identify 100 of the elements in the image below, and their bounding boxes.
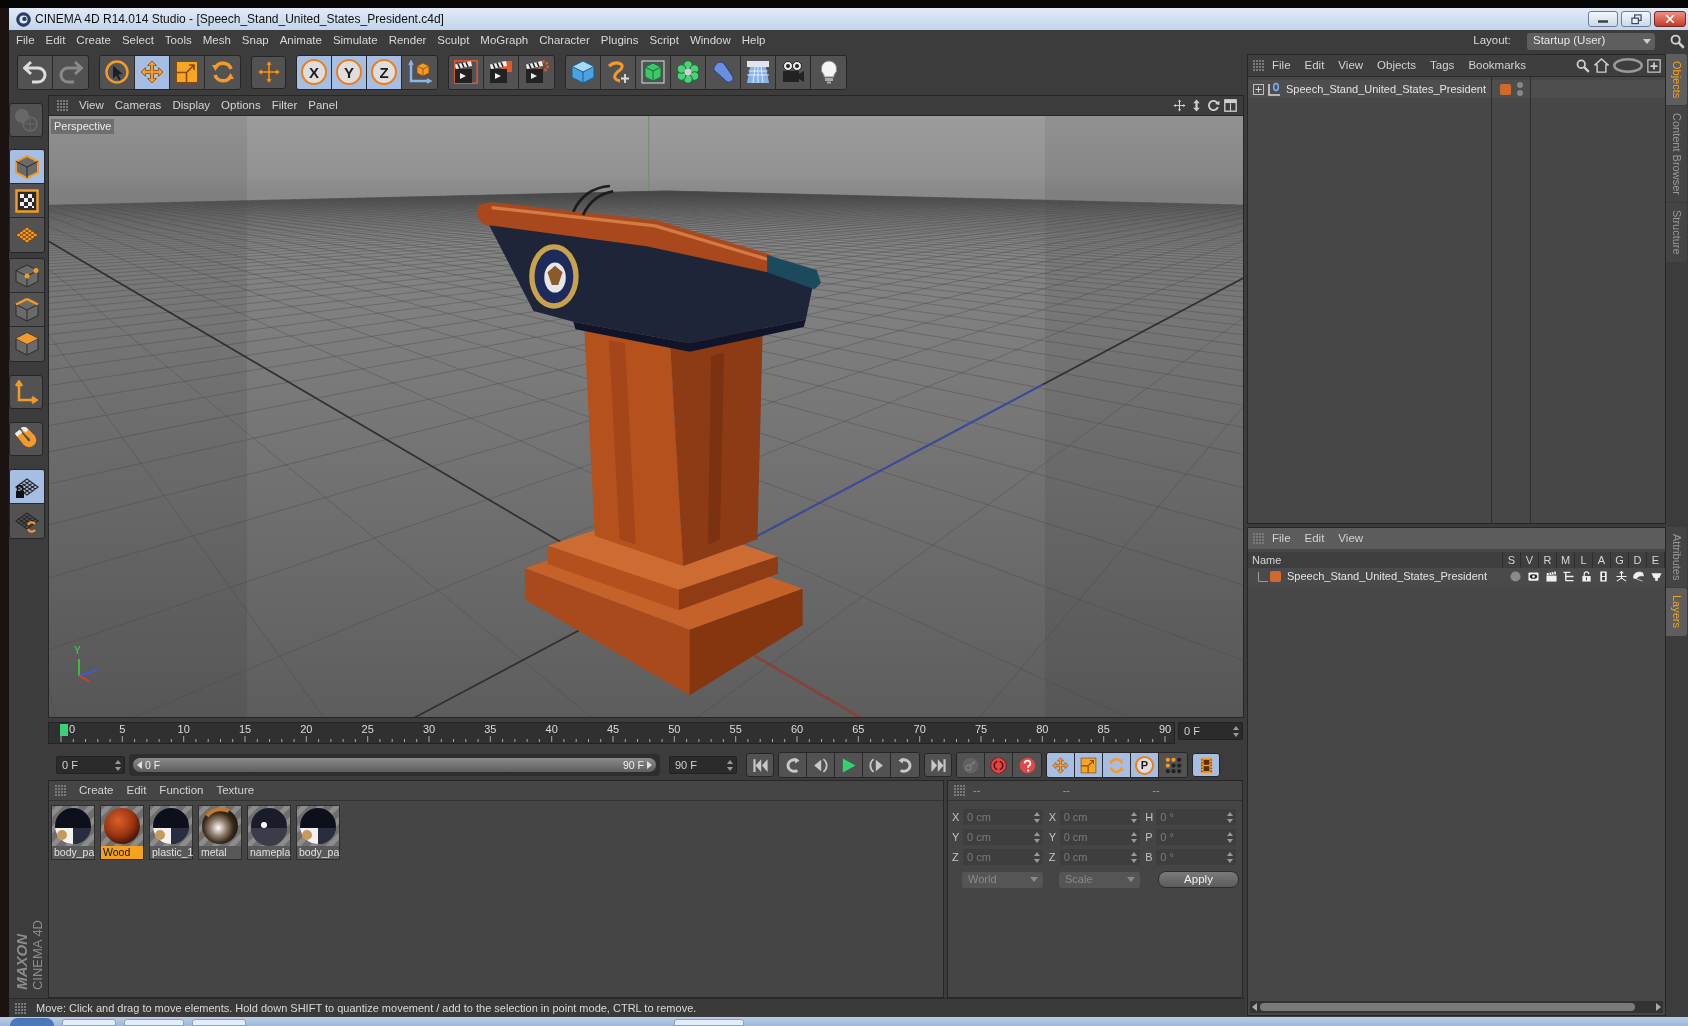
key-scale-button[interactable] xyxy=(1075,753,1103,777)
hierarchy-icon[interactable] xyxy=(1563,571,1575,582)
restore-button[interactable] xyxy=(1621,11,1651,27)
move-button[interactable] xyxy=(135,55,170,89)
close-button[interactable] xyxy=(1654,11,1686,27)
play-button[interactable] xyxy=(835,753,863,777)
render-picture-viewer-button[interactable] xyxy=(484,55,519,89)
menu-item[interactable]: View xyxy=(79,99,104,112)
key-point-level-button[interactable] xyxy=(1159,753,1187,777)
right-arrow-icon[interactable] xyxy=(1656,1003,1661,1011)
keyframe-selection-button[interactable] xyxy=(1013,753,1041,777)
axis-button[interactable]: X xyxy=(297,55,332,89)
cube-button[interactable] xyxy=(566,55,601,89)
key-position-button[interactable] xyxy=(1047,753,1075,777)
menu-item[interactable]: Render xyxy=(388,35,427,47)
menu-item[interactable]: MoGraph xyxy=(480,35,529,47)
to-start-button[interactable] xyxy=(746,753,774,777)
next-frame-button[interactable] xyxy=(863,753,891,777)
end-frame-field[interactable]: 90 F xyxy=(669,756,737,774)
grip-icon[interactable] xyxy=(1253,60,1264,71)
axis-mode-button[interactable] xyxy=(9,375,43,409)
locked-workplane-button[interactable] xyxy=(10,470,44,504)
menu-item[interactable]: Help xyxy=(741,35,766,47)
menu-item[interactable]: Edit xyxy=(1304,59,1325,72)
axis-button[interactable]: Y xyxy=(332,55,367,89)
model-button[interactable] xyxy=(10,150,44,184)
undo-button[interactable] xyxy=(18,55,53,89)
menu-item[interactable]: Edit xyxy=(1304,532,1325,545)
grip-icon[interactable] xyxy=(57,100,68,111)
side-tab[interactable]: Content Browser xyxy=(1666,106,1687,203)
rotate-button[interactable] xyxy=(205,55,240,89)
menu-item[interactable]: Panel xyxy=(308,99,338,112)
cloner-button[interactable] xyxy=(671,55,706,89)
material-swatch[interactable]: body_pa xyxy=(51,805,95,860)
spin-arrows-icon[interactable] xyxy=(115,759,121,771)
edges-button[interactable] xyxy=(10,293,44,327)
menu-item[interactable]: View xyxy=(1338,532,1364,545)
playhead-marker[interactable] xyxy=(60,724,68,736)
menu-item[interactable]: Options xyxy=(221,99,261,112)
material-swatch[interactable]: metal xyxy=(198,805,242,860)
menu-item[interactable]: Sculpt xyxy=(437,35,470,47)
workplane-button[interactable] xyxy=(10,218,44,252)
menu-item[interactable]: Bookmarks xyxy=(1468,59,1526,72)
to-end-button[interactable] xyxy=(924,753,952,777)
recent-tool-button[interactable] xyxy=(251,55,286,89)
spin-arrows-icon[interactable] xyxy=(1233,725,1239,737)
menu-item[interactable]: Edit xyxy=(45,35,66,47)
subdivision-surface-button[interactable] xyxy=(636,55,671,89)
tripod-arrows-icon[interactable] xyxy=(1615,571,1627,582)
material-swatch[interactable]: plastic_1 xyxy=(149,805,193,860)
autokey-button[interactable] xyxy=(985,753,1013,777)
menu-item[interactable]: Create xyxy=(76,35,111,47)
scale-button[interactable] xyxy=(170,55,205,89)
render-settings-button[interactable] xyxy=(519,55,554,89)
minimize-button[interactable] xyxy=(1588,11,1618,27)
dot-icon[interactable] xyxy=(1510,571,1522,582)
texture-button[interactable] xyxy=(10,184,44,218)
render-view-button[interactable] xyxy=(449,55,484,89)
menu-item[interactable]: Filter xyxy=(271,99,298,112)
points-button[interactable] xyxy=(10,259,44,293)
timeline-window-button[interactable] xyxy=(1192,753,1220,777)
current-frame-field[interactable]: 0 F xyxy=(1178,722,1243,740)
spin-arrows-icon[interactable] xyxy=(727,759,733,771)
menu-item[interactable]: View xyxy=(1338,59,1364,72)
material-swatch[interactable]: Wood xyxy=(100,805,144,860)
film-strip-icon[interactable] xyxy=(1598,571,1610,582)
timeline-ruler[interactable]: 0 5 10 15 20 25 30 35 40 45 50 55 60 65 70 75 80 85 90 xyxy=(48,722,1175,744)
menu-item[interactable]: Window xyxy=(689,35,731,47)
side-tab[interactable]: Attributes xyxy=(1666,527,1687,588)
menu-item[interactable]: Script xyxy=(649,35,679,47)
material-swatch[interactable]: namepla xyxy=(247,805,291,860)
next-key-button[interactable] xyxy=(891,753,919,777)
prev-key-button[interactable] xyxy=(779,753,807,777)
menu-item[interactable]: Mesh xyxy=(202,35,231,47)
clapperboard-icon[interactable] xyxy=(1545,571,1557,582)
menu-item[interactable]: Objects xyxy=(1377,59,1417,72)
side-tab[interactable]: Structure xyxy=(1666,203,1687,262)
menu-item[interactable]: Simulate xyxy=(332,35,378,47)
object-row[interactable]: Speech_Stand_United_States_President xyxy=(1248,80,1665,98)
visibility-dots-icon[interactable] xyxy=(1517,82,1523,96)
menu-item[interactable]: File xyxy=(1272,59,1291,72)
key-rotation-button[interactable] xyxy=(1103,753,1131,777)
menu-item[interactable]: Character xyxy=(539,35,590,47)
prev-frame-button[interactable] xyxy=(807,753,835,777)
expand-icon[interactable] xyxy=(1253,83,1264,95)
grip-icon[interactable] xyxy=(55,785,66,796)
menu-item[interactable]: Function xyxy=(159,784,204,797)
key-parameter-button[interactable]: P xyxy=(1131,753,1159,777)
padlock-icon[interactable] xyxy=(1580,571,1592,582)
cup-icon[interactable] xyxy=(1650,571,1662,582)
material-swatch[interactable]: body_pa xyxy=(296,805,340,860)
grip-icon[interactable] xyxy=(954,785,965,796)
menu-item[interactable]: Edit xyxy=(126,784,147,797)
polygons-button[interactable] xyxy=(10,327,44,361)
scrollbar-thumb[interactable] xyxy=(1260,1003,1635,1011)
axis-button[interactable]: Z xyxy=(367,55,402,89)
bend-deformer-button[interactable] xyxy=(706,55,741,89)
horizontal-scrollbar[interactable] xyxy=(1250,1001,1663,1013)
tweak-button[interactable] xyxy=(9,422,43,456)
menu-item[interactable]: Tools xyxy=(164,35,192,47)
